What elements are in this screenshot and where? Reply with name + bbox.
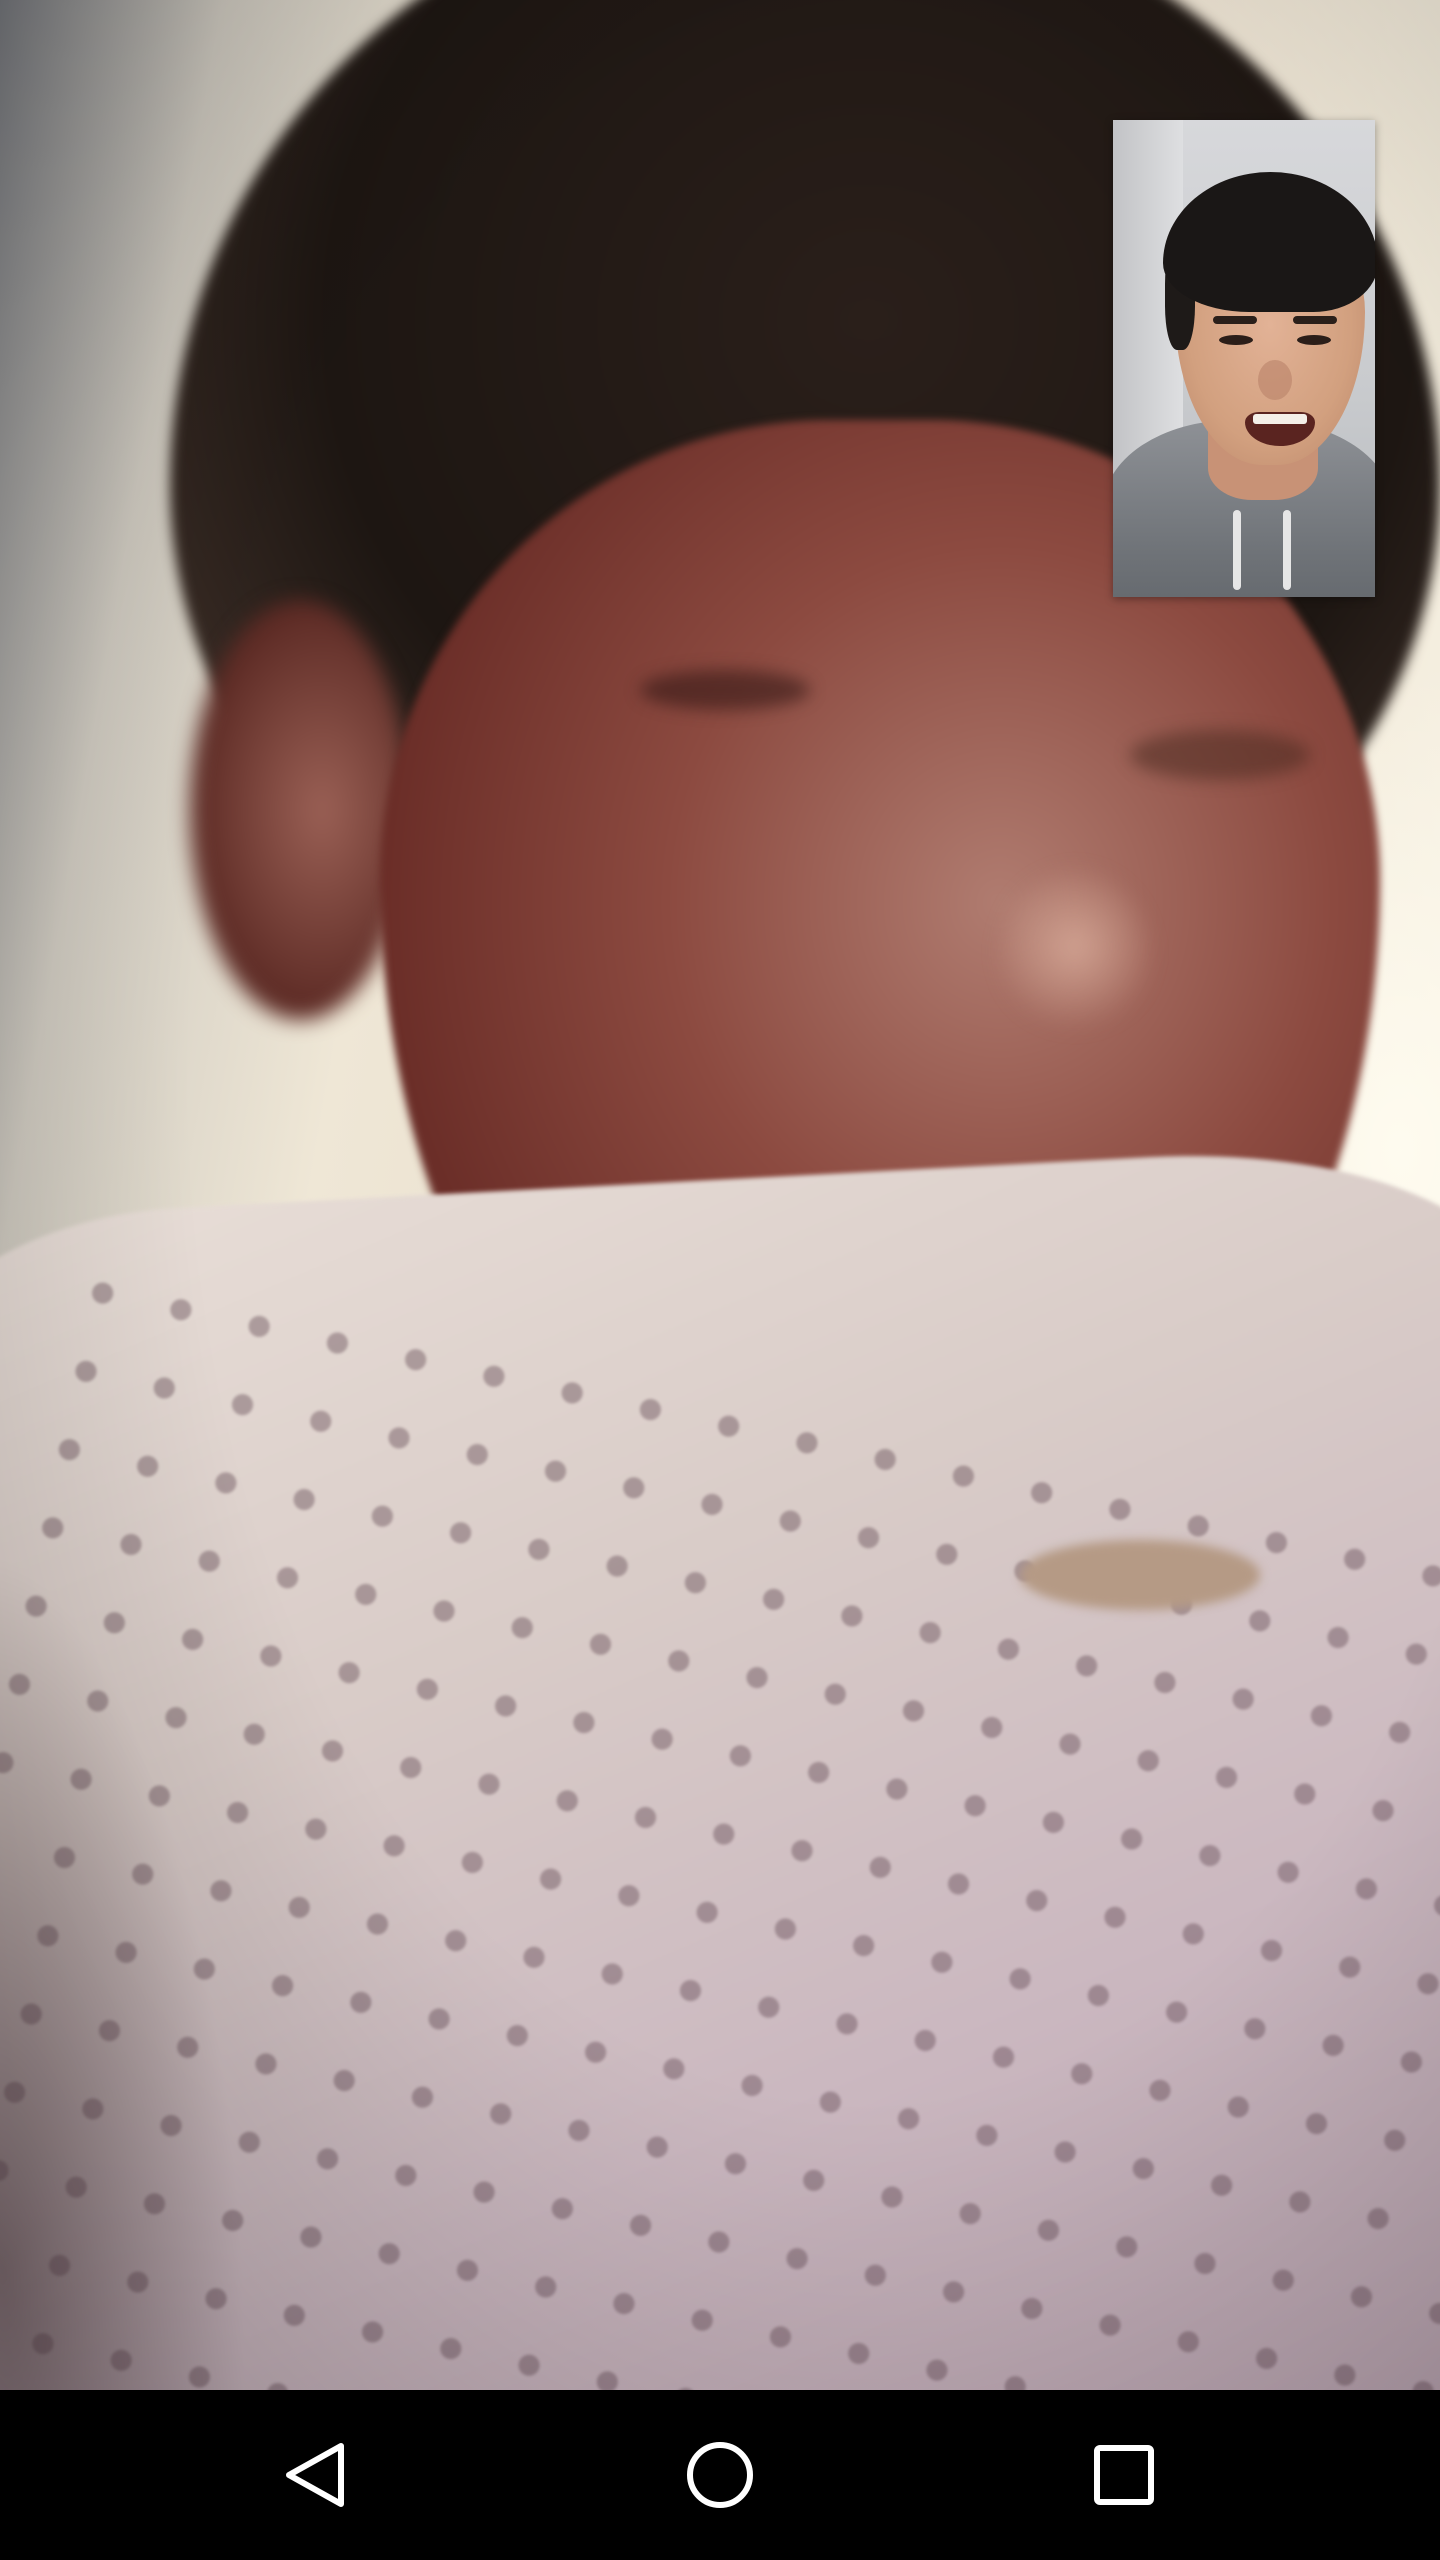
self-person-brow [1293, 316, 1337, 324]
self-view-preview[interactable] [1113, 120, 1375, 597]
self-person-eye [1297, 335, 1331, 345]
home-circle-icon [687, 2442, 753, 2508]
self-person-brow [1213, 316, 1257, 324]
recents-square-icon [1094, 2445, 1154, 2505]
self-person-nose [1258, 360, 1292, 400]
navigation-bar [0, 2390, 1440, 2560]
hoodie-string [1283, 510, 1291, 590]
self-person-teeth [1253, 414, 1307, 424]
video-call-screen [0, 0, 1440, 2560]
home-button[interactable] [660, 2415, 780, 2535]
recents-button[interactable] [1064, 2415, 1184, 2535]
hoodie-string [1233, 510, 1241, 590]
self-person-eye [1219, 335, 1253, 345]
back-button[interactable] [256, 2415, 376, 2535]
back-triangle-icon [286, 2443, 344, 2507]
self-person-hair [1163, 172, 1375, 312]
